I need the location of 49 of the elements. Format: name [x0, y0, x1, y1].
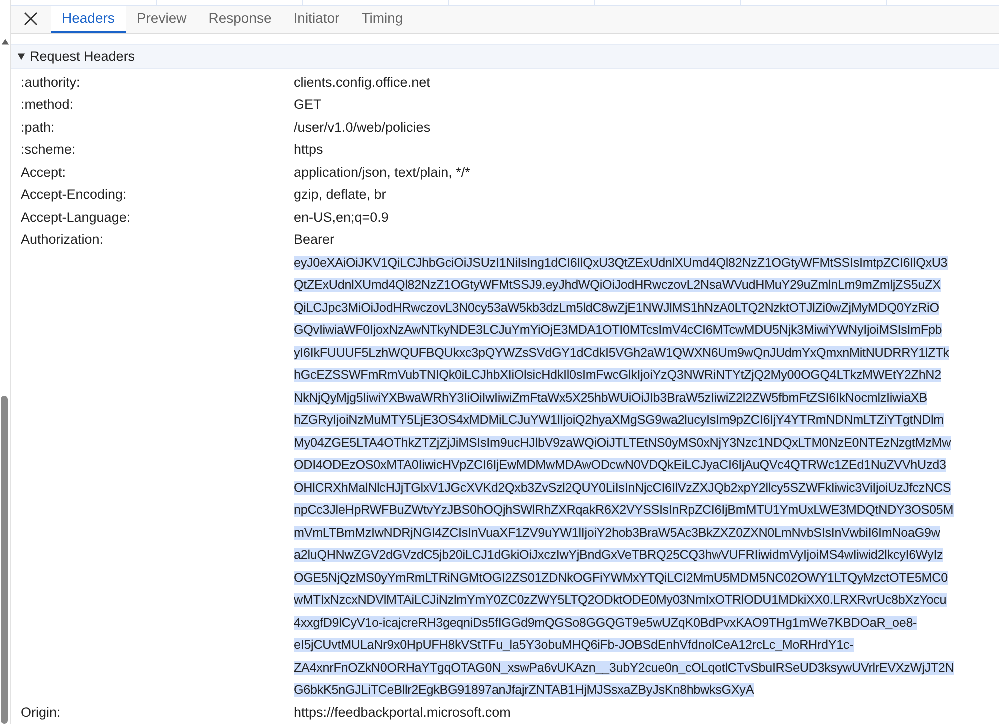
- header-name: :scheme:: [20, 141, 77, 159]
- token-text: hZGRyIjoiNzMuMTY5LjE3OS4xMDMiLCJuYW1lIjoiQ2hyaXMgSG9wa2lucyIsIm9pZCI6IjY4YTRmNDNmLTZiYTgtNDlm: [294, 413, 944, 427]
- header-value: /user/v1.0/web/policies: [294, 118, 432, 137]
- token-text: ODI4ODEzOS0xMTA0IiwicHVpZCI6IjEwMDMwMDAwODcwN0VDQkEiLCJyaCI6IjAuQVc4QTRWc1ZEd1NuZVVhUzd3: [294, 458, 946, 472]
- token-text: OHlCRXhMalNlcHJjTGlxV1JGcXVKd2Qxb3ZvSzl2QUY0LiIsInNjcCI6IlVzZXJQb2xpY2llcy5SZWFkIiwic3ViIjoiUzJfczNCS: [294, 480, 952, 494]
- header-value: GET: [294, 96, 323, 114]
- token-text: NkNjQyMjg5IiwiYXBwaWRhY3IiOiIwIiwiZmFtaWx5X25hbWUiOiJIb3BraW5zIiwiZ2l2ZW5fbmFtZSI6IkNocmlzIiwiaXB: [294, 390, 928, 404]
- token-text: eyJ0eXAiOiJKV1QiLCJhbGciOiJSUzI1NiIsIng1dCI6IlQxU3QtZExUdnlXUmd4Ql82NzZ1OGtyWFMtSSIsImtpZCI6IlQxU3: [294, 256, 948, 270]
- token-text: wMTIxNzcxNDVlMTAiLCJiNzlmYmY0ZC0zZWY5LTQ2ODktODE0My03NmIxOTRlODU1MDkiXX0.LRXRvrUc8bXzYocu: [294, 593, 947, 607]
- close-icon: [24, 12, 38, 26]
- token-text: npCc3JleHpRWFBuZWtvYzJBS0hOQjhSWlRhZXRqakR6X2VYSSIsInRpZCI6IjBmMTU1YmUxLWE3MDQtNDY3OS05M: [294, 503, 954, 517]
- header-name: Origin:: [20, 704, 62, 722]
- header-name: :path:: [20, 118, 56, 137]
- scrollbar[interactable]: [0, 0, 11, 724]
- token-text: 4xxgfD9lCyV1o-icajcreRH3geqniDs5fIGGd9mQGSo8GGQGT9e5wUZqK0BdPvxKAO9THg1mWe7KBDOaR_oe8-: [294, 616, 918, 630]
- token-text: G6bkK5nGJLiTCeBllr2EgkBG91897anJfajrZNTAB1HjMJSsxaZByJsKn8hbwksGXyA: [294, 683, 754, 697]
- token-text: My04ZGE5LTA4OThkZTZjZjJiMSIsIm9ucHJlbV9zaWQiOiJTLTEtNS0yMS0xNjY3Nzc1NDQxLTM0NzE0NTEzNzgtMzMw: [294, 436, 952, 450]
- token-text: ZA4xnrFnOZkN0ORHaYTgqOTAG0N_xswPa6vUKAzn__3ubY2cue0n_cOLqotlCTvSbuIRSeUD3ksywUVrlrEVXzWjJT2N: [294, 660, 954, 674]
- header-value: https://feedbackportal.microsoft.com: [294, 704, 512, 722]
- header-name: :authority:: [20, 74, 82, 92]
- scrollbar-thumb[interactable]: [1, 396, 8, 724]
- token-text: yI6IkFUUUF5LzhWQUFBQUkxc3pQYWZsSVdGY1dCdkI5VGh2aW1QWXN6Um9wQnJUdmYxQmxnMitNUDRRY1lZTk: [294, 346, 950, 360]
- token-text: GQvIiwiaWF0IjoxNzAwNTkyNDE3LCJuYmYiOjE3MDA1OTI0MTcsImV4cCI6MTcwMDU5Njk3MiwiYWNyIjoiMSIsImFpb: [294, 323, 942, 337]
- section-title: Request Headers: [30, 48, 136, 64]
- token-text: eI5jCUvtMULaNr9x0HpUFH8kVStTFu_la5Y3obuMHQ6iFb-JOBSdEnhVfdnolCeA12rcLc_MoRHrdY1c-: [294, 638, 854, 652]
- tab[interactable]: Initiator: [282, 6, 351, 33]
- token-text: QiLCJpc3MiOiJodHRwczovL3N0cy53aW5kb3dzLm5ldC8wZjE1NWJlMS1hNzA0LTQ2NzktOTJlZi0wZjMyMDQ0YzRiO: [294, 300, 940, 314]
- token-text: QtZExUdnlXUmd4Ql82NzZ1OGtyWFMtSSJ9.eyJhdWQiOiJodHRwczovL2NsaWVudHMuY29uZmlnLm9mZmljZS5uZX: [294, 278, 941, 292]
- header-name: :method:: [20, 96, 75, 114]
- token-text: hGcEZSSWFmRmVubTNIQk0iLCJhbXIiOlsicHdkIl0sImFwcGlkIjoiYzQ3NWRiNTYtZjQ2My00OGQ4LTkzMWEtY2ZhN2: [294, 368, 942, 382]
- token-text: OGE5NjQzMS0yYmRmLTRiNGMtOGI2ZS01ZDNkOGFiYWMxYTQiLCI2MmU5MDM5NC02OWY1LTQyMzctOTE5MC0: [294, 570, 948, 584]
- header-value: https: [294, 141, 324, 159]
- header-value: gzip, deflate, br: [294, 186, 388, 204]
- scroll-up-arrow-icon[interactable]: [1, 38, 10, 46]
- header-name: Accept:: [20, 164, 68, 182]
- section-header[interactable]: Request Headers: [11, 44, 999, 68]
- header-value: en-US,en;q=0.9: [294, 208, 390, 227]
- header-name: Accept-Language:: [20, 208, 132, 227]
- header-value: application/json, text/plain, */*: [294, 164, 472, 182]
- token-text: a2luQHNwZGV2dGVzdC5jb20iLCJ1dGkiOiJxczIwYjBndGxVeTBRQ25CQ3hwVUFRIiwidmVyIjoiMS4wIiwid2lkcyI6WyIz: [294, 548, 944, 562]
- header-name: Authorization:: [20, 231, 105, 249]
- tab[interactable]: Preview: [126, 6, 198, 33]
- header-value: Bearer: [294, 231, 336, 249]
- header-name: Accept-Encoding:: [20, 186, 128, 204]
- token-text: mVmLTBmMzIwNDRjNGI4ZCIsInVuaXF1ZV9uYW1lIjoiY2hob3BraW5Ac3BkZXZ0ZXN0LmNvbSIsInVwbiI6ImNoaG9w: [294, 526, 940, 540]
- tab[interactable]: Response: [198, 6, 283, 33]
- header-value: clients.config.office.net: [294, 74, 432, 92]
- tab[interactable]: Timing: [350, 6, 414, 33]
- tab[interactable]: Headers: [51, 6, 126, 33]
